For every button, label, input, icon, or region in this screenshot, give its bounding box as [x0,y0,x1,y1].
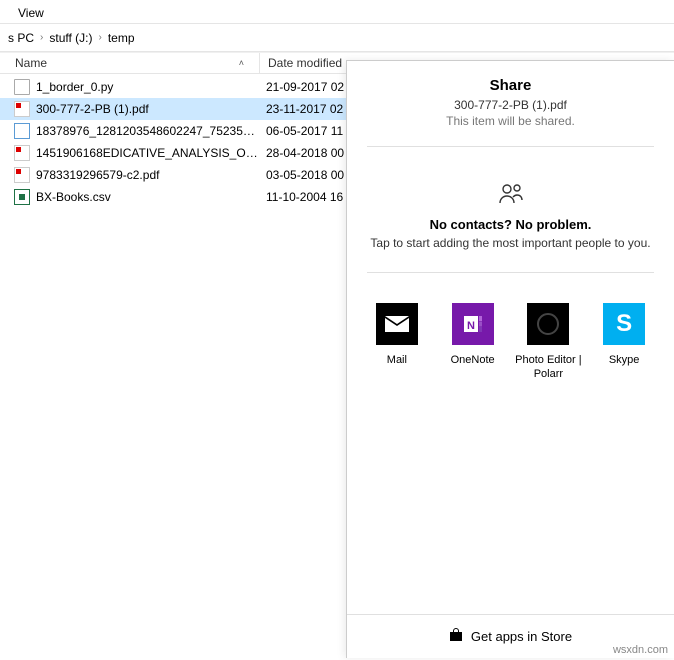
py-file-icon [14,79,30,95]
breadcrumb: s PC › stuff (J:) › temp [0,24,674,52]
file-date: 21-09-2017 02 [258,80,344,94]
store-icon [449,628,463,645]
file-name: 1_border_0.py [36,80,258,94]
chevron-right-icon: › [96,32,103,43]
column-name[interactable]: Name ˄ [0,53,260,73]
skype-icon: S [603,303,645,345]
contacts-title: No contacts? No problem. [359,217,662,232]
share-panel: Share 300-777-2-PB (1).pdf This item wil… [346,60,674,658]
app-onenote[interactable]: N OneNote [437,303,509,382]
share-filename: 300-777-2-PB (1).pdf [357,98,664,112]
watermark: wsxdn.com [613,644,668,656]
svg-text:N: N [467,320,475,332]
file-date: 11-10-2004 16 [258,190,343,204]
pdf-file-icon [14,167,30,183]
polarr-icon [527,303,569,345]
doc-file-icon [14,123,30,139]
crumb-drive[interactable]: stuff (J:) [45,31,96,45]
store-label: Get apps in Store [471,629,572,644]
menu-view[interactable]: View [12,4,50,22]
app-label: Photo Editor | Polarr [512,353,584,382]
pdf-file-icon [14,145,30,161]
contacts-section[interactable]: No contacts? No problem. Tap to start ad… [347,153,674,266]
share-header: Share 300-777-2-PB (1).pdf This item wil… [347,61,674,140]
csv-file-icon [14,189,30,205]
share-title: Share [357,77,664,94]
pdf-file-icon [14,101,30,117]
file-name: 1451906168EDICATIVE_ANALYSIS_OF_DIA... [36,146,258,160]
app-label: OneNote [437,353,509,381]
file-name: 300-777-2-PB (1).pdf [36,102,258,116]
file-date: 23-11-2017 02 [258,102,343,116]
mail-icon [376,303,418,345]
share-apps: Mail N OneNote Photo Editor | Polarr S S… [347,279,674,392]
share-note: This item will be shared. [357,114,664,128]
file-date: 06-05-2017 11 [258,124,343,138]
file-date: 28-04-2018 00 [258,146,344,160]
app-label: Skype [588,353,660,381]
app-polarr[interactable]: Photo Editor | Polarr [512,303,584,382]
onenote-icon: N [452,303,494,345]
app-label: Mail [361,353,433,381]
divider [367,146,654,147]
contacts-text: Tap to start adding the most important p… [359,236,662,250]
people-icon [359,183,662,211]
app-skype[interactable]: S Skype [588,303,660,382]
app-mail[interactable]: Mail [361,303,433,382]
file-name: 18378976_1281203548602247_75235487_o... [36,124,258,138]
divider [367,272,654,273]
crumb-pc[interactable]: s PC [4,31,38,45]
file-name: BX-Books.csv [36,190,258,204]
menubar: View [0,0,674,24]
chevron-right-icon: › [38,32,45,43]
crumb-folder[interactable]: temp [104,31,139,45]
column-name-label: Name [15,56,47,70]
sort-asc-icon: ˄ [239,58,244,68]
file-name: 9783319296579-c2.pdf [36,168,258,182]
file-date: 03-05-2018 00 [258,168,344,182]
